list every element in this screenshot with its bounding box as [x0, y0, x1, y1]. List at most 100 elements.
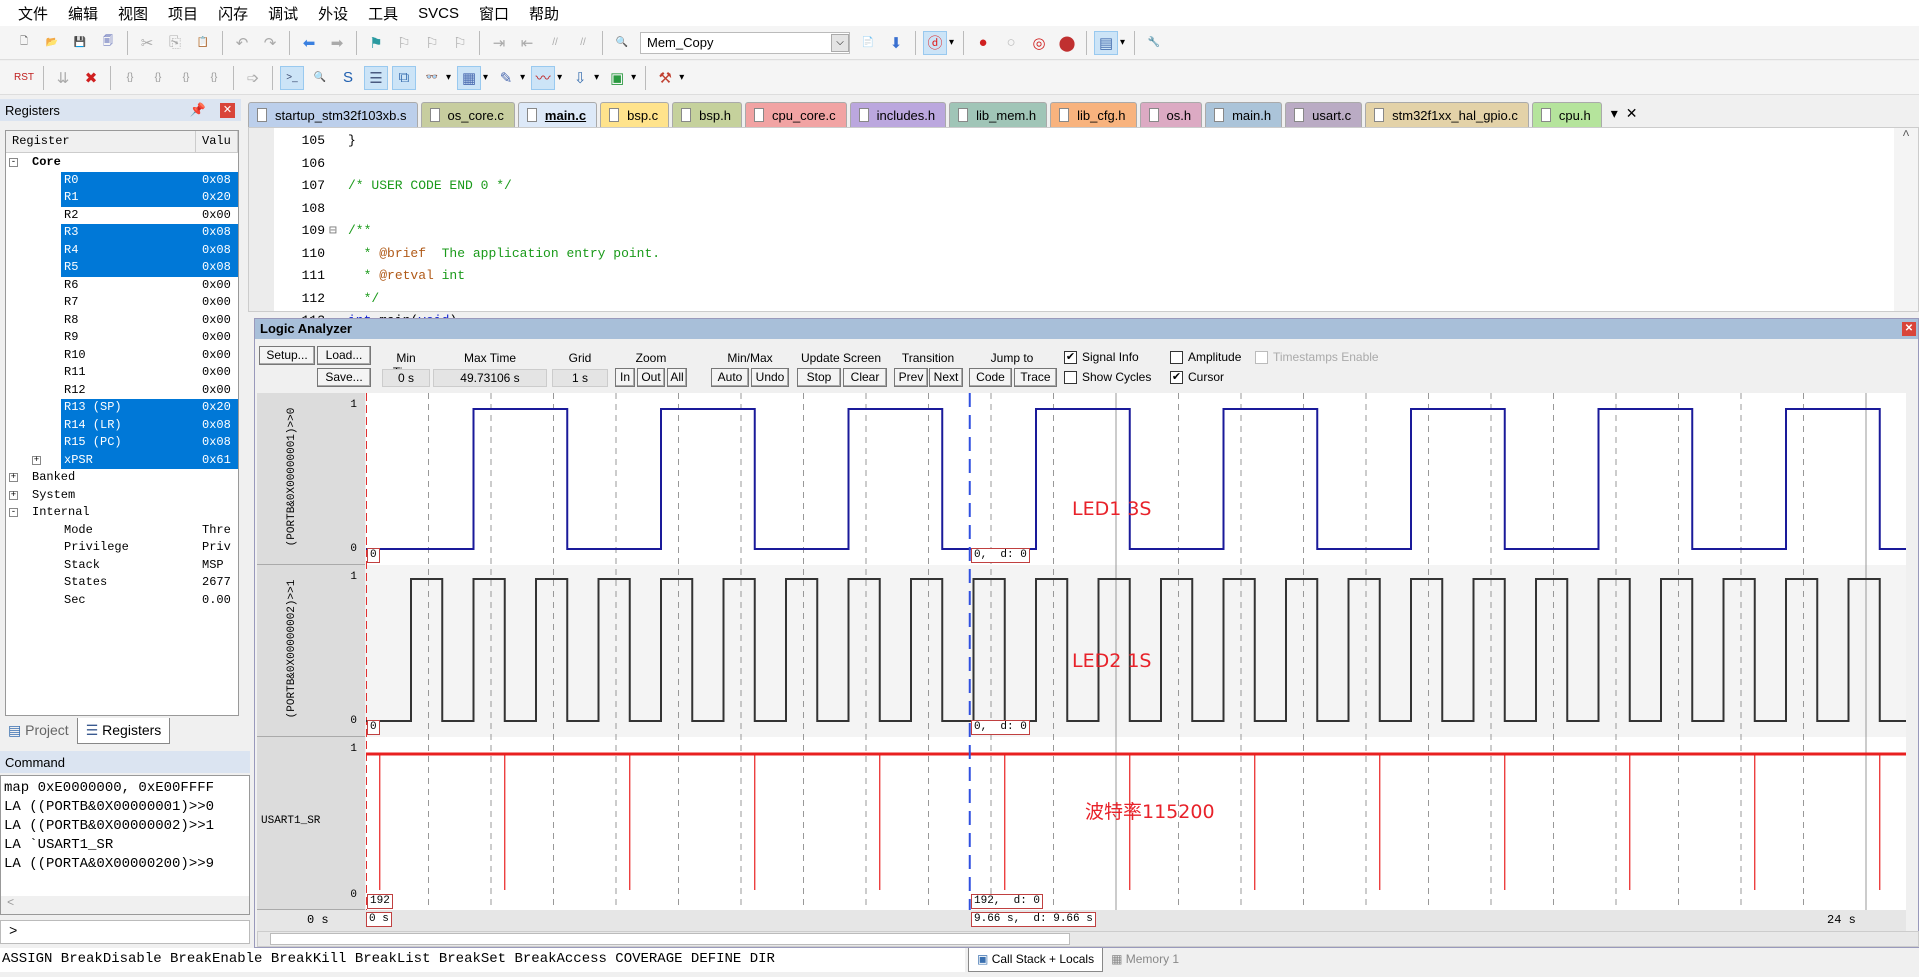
serial-windows-icon[interactable]: ✎ [494, 66, 518, 90]
dropdown-arrow-icon[interactable]: ▾ [520, 72, 525, 83]
editor-tab[interactable]: main.c [517, 102, 598, 127]
signal-info-checkbox[interactable]: ✔ Signal Info [1064, 350, 1139, 364]
command-window-icon[interactable]: >_ [280, 65, 304, 90]
register-row[interactable]: R10 0x00 [6, 347, 238, 365]
window-layout-icon[interactable]: ▤ [1094, 30, 1119, 55]
bookmark-next-icon[interactable]: ⚐ [420, 31, 444, 55]
setup-button[interactable]: Setup... [259, 346, 315, 365]
tab-registers[interactable]: ☰ Registers [76, 718, 171, 744]
nav-forward-icon[interactable]: ➡ [325, 31, 349, 55]
amplitude-checkbox[interactable]: Amplitude [1170, 350, 1241, 364]
menu-item[interactable]: 视图 [108, 3, 158, 24]
expand-icon[interactable]: + [32, 455, 41, 465]
chevron-down-icon[interactable]: ⌵ [831, 33, 849, 52]
undo-button[interactable]: Undo [751, 368, 789, 387]
editor-tab[interactable]: includes.h [849, 102, 947, 127]
menu-item[interactable]: SVCS [408, 5, 469, 22]
reset-icon[interactable]: RST [12, 66, 36, 90]
run-to-cursor-icon[interactable]: {} [202, 66, 226, 90]
close-icon[interactable]: ✕ [1626, 105, 1638, 122]
stop-icon[interactable]: ✖ [79, 66, 103, 90]
command-input[interactable]: > [0, 920, 250, 944]
step-out-icon[interactable]: {} [174, 66, 198, 90]
register-row[interactable]: R11 0x00 [6, 364, 238, 382]
register-row[interactable]: + System [6, 487, 238, 505]
call-stack-window-icon[interactable]: ⧉ [392, 65, 416, 90]
dropdown-arrow-icon[interactable]: ▾ [1120, 37, 1125, 48]
trace-windows-icon[interactable]: ⇩ [568, 66, 592, 90]
menu-item[interactable]: 窗口 [469, 3, 519, 24]
dropdown-arrow-icon[interactable]: ▾ [631, 72, 636, 83]
register-row[interactable]: R15 (PC) 0x08 [6, 434, 238, 452]
register-row[interactable]: Stack MSP [6, 557, 238, 575]
register-row[interactable]: Mode Thre [6, 522, 238, 540]
editor-tab[interactable]: main.h [1205, 102, 1283, 127]
disassembly-window-icon[interactable]: 🔍 [308, 66, 332, 90]
pin-icon[interactable]: 📌 [190, 102, 206, 118]
prev-button[interactable]: Prev [894, 368, 928, 387]
code-editor[interactable]: 105} 106 107 /* USER CODE END 0 */ 108 109 ⊟ /*… [248, 127, 1919, 328]
register-row[interactable]: - Internal [6, 504, 238, 522]
editor-tab[interactable]: lib_mem.h [949, 102, 1048, 127]
tab-list-icon[interactable]: ▾ [1611, 105, 1618, 122]
open-folder-icon[interactable]: 📂 [40, 31, 64, 55]
trace-button[interactable]: Trace [1014, 368, 1057, 387]
register-row[interactable]: R6 0x00 [6, 277, 238, 295]
incremental-find-icon[interactable]: ⬇ [884, 31, 908, 55]
register-row[interactable]: R5 0x08 [6, 259, 238, 277]
tab-call-stack-locals[interactable]: ▣ Call Stack + Locals [968, 948, 1104, 972]
function-combo[interactable]: Mem_Copy ⌵ [640, 31, 850, 54]
analysis-windows-icon[interactable]: 〰 [531, 65, 556, 90]
next-button[interactable]: Next [929, 368, 963, 387]
register-row[interactable]: R8 0x00 [6, 312, 238, 330]
dropdown-arrow-icon[interactable]: ▾ [483, 72, 488, 83]
dropdown-arrow-icon[interactable]: ▾ [949, 37, 954, 48]
toolbox-icon[interactable]: ⚒ [653, 66, 677, 90]
menu-item[interactable]: 调试 [258, 3, 308, 24]
step-into-icon[interactable]: {} [118, 66, 142, 90]
tab-project[interactable]: ▤ Project [0, 718, 77, 744]
editor-tab[interactable]: startup_stm32f103xb.s [248, 102, 418, 127]
signal-label-portb0[interactable]: (PORTB&0X00000001)>>0 1 0 [257, 393, 365, 565]
configure-icon[interactable]: 🔧 [1142, 31, 1166, 55]
zoom-out-button[interactable]: Out [637, 368, 665, 387]
expand-icon[interactable]: + [9, 473, 18, 482]
menu-item[interactable]: 闪存 [208, 3, 258, 24]
editor-tab[interactable]: os_core.c [420, 102, 515, 127]
bookmark-clear-icon[interactable]: ⚐ [448, 31, 472, 55]
bookmark-prev-icon[interactable]: ⚐ [392, 31, 416, 55]
editor-tab[interactable]: bsp.h [672, 102, 742, 127]
register-row[interactable]: R13 (SP) 0x20 [6, 399, 238, 417]
show-cycles-checkbox[interactable]: Show Cycles [1064, 370, 1151, 384]
cut-icon[interactable]: ✂ [135, 31, 159, 55]
system-viewer-icon[interactable]: ▣ [605, 66, 629, 90]
register-row[interactable]: States 2677 [6, 574, 238, 592]
breakpoint-kill-icon[interactable]: ⬤ [1055, 31, 1079, 55]
code-button[interactable]: Code [969, 368, 1012, 387]
fold-icon[interactable]: ⊟ [329, 220, 337, 243]
editor-tab[interactable]: usart.c [1285, 102, 1363, 127]
breakpoint-icon[interactable]: ● [971, 31, 995, 55]
register-row[interactable]: R12 0x00 [6, 382, 238, 400]
menu-item[interactable]: 编辑 [58, 3, 108, 24]
debug-session-icon[interactable]: ⓓ [923, 30, 947, 55]
save-icon[interactable]: 💾 [68, 31, 92, 55]
nav-back-icon[interactable]: ⬅ [297, 31, 321, 55]
tab-memory-1[interactable]: ▦ Memory 1 [1103, 948, 1187, 972]
uncomment-icon[interactable]: // [571, 31, 595, 55]
editor-tab[interactable]: os.h [1139, 102, 1203, 127]
menu-item[interactable]: 帮助 [519, 3, 569, 24]
editor-vertical-scrollbar[interactable]: ^ [1894, 128, 1918, 311]
register-row[interactable]: R1 0x20 [6, 189, 238, 207]
register-row[interactable]: R2 0x00 [6, 207, 238, 225]
find-in-files-icon[interactable]: 🔍 [610, 31, 634, 55]
dropdown-arrow-icon[interactable]: ▾ [557, 72, 562, 83]
registers-window-icon[interactable]: ☰ [364, 65, 388, 90]
stop-button[interactable]: Stop [797, 368, 841, 387]
register-row[interactable]: R9 0x00 [6, 329, 238, 347]
menu-item[interactable]: 工具 [358, 3, 408, 24]
close-icon[interactable]: ✕ [1902, 322, 1916, 336]
show-next-statement-icon[interactable]: ➩ [241, 66, 265, 90]
zoom-in-button[interactable]: In [615, 368, 635, 387]
dropdown-arrow-icon[interactable]: ▾ [679, 72, 684, 83]
